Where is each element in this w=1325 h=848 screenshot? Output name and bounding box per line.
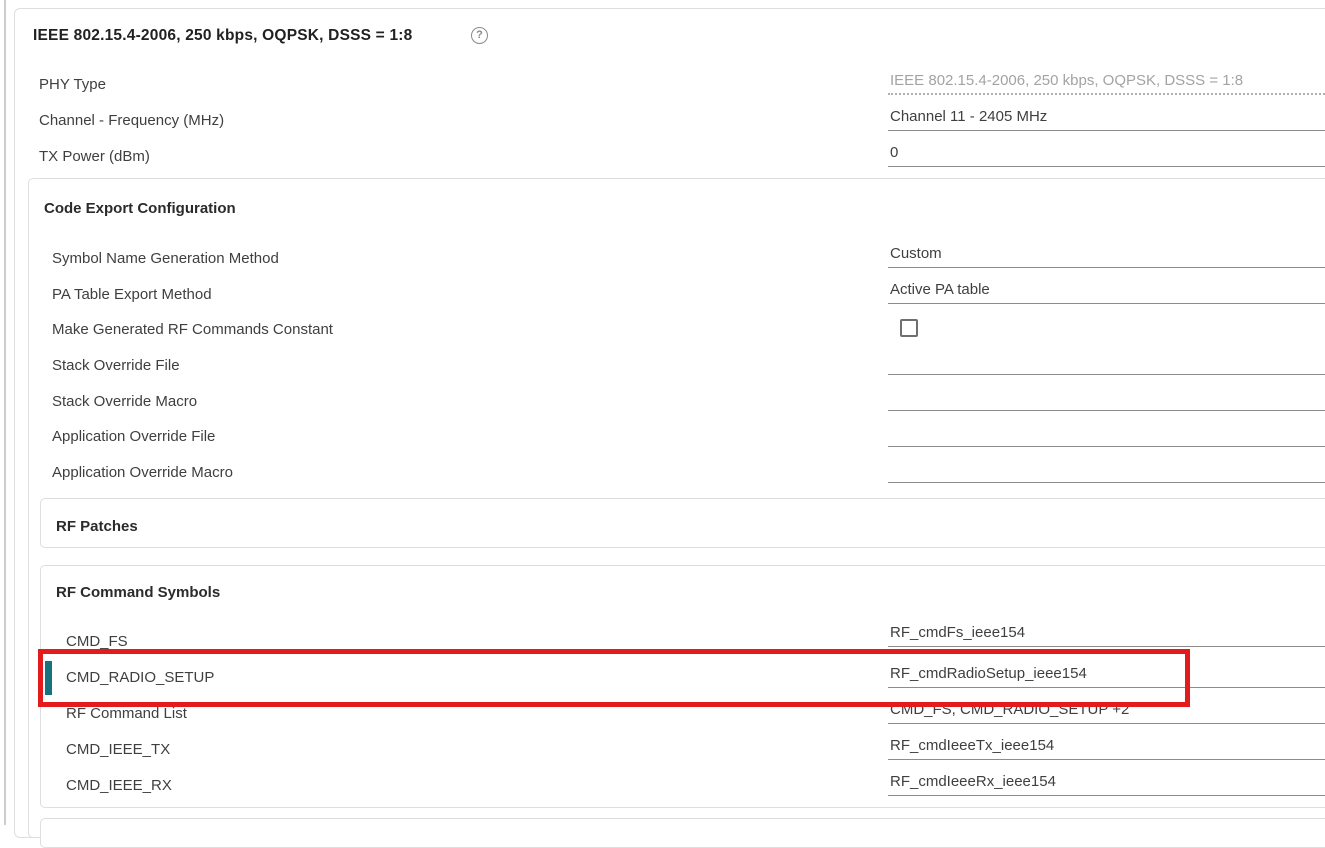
pa-table-export-label: PA Table Export Method — [52, 285, 212, 305]
rf-command-list-label: RF Command List — [66, 704, 187, 724]
channel-frequency-label: Channel - Frequency (MHz) — [39, 111, 224, 131]
help-icon[interactable]: ? — [471, 27, 488, 44]
next-section-card — [40, 818, 1325, 848]
panel-splitter[interactable] — [4, 0, 6, 825]
cmd-fs-label: CMD_FS — [66, 632, 128, 652]
cmd-radio-setup-input[interactable]: RF_cmdRadioSetup_ieee154 — [888, 662, 1325, 688]
cmd-radio-setup-label: CMD_RADIO_SETUP — [66, 668, 214, 688]
settings-panel: IEEE 802.15.4-2006, 250 kbps, OQPSK, DSS… — [0, 0, 1325, 825]
tx-power-select[interactable]: 0 — [888, 141, 1325, 167]
code-export-section-title: Code Export Configuration — [44, 199, 236, 219]
cmd-ieee-rx-input[interactable]: RF_cmdIeeeRx_ieee154 — [888, 770, 1325, 796]
symbol-name-method-select[interactable]: Custom — [888, 242, 1325, 268]
rf-commands-constant-label: Make Generated RF Commands Constant — [52, 320, 333, 340]
phy-type-label: PHY Type — [39, 75, 106, 95]
channel-frequency-select[interactable]: Channel 11 - 2405 MHz — [888, 105, 1325, 131]
phy-type-value: IEEE 802.15.4-2006, 250 kbps, OQPSK, DSS… — [888, 69, 1325, 95]
rf-patches-card — [40, 498, 1325, 548]
application-override-file-label: Application Override File — [52, 427, 215, 447]
application-override-macro-input[interactable] — [888, 457, 1325, 483]
tx-power-label: TX Power (dBm) — [39, 147, 150, 167]
pa-table-export-select[interactable]: Active PA table — [888, 278, 1325, 304]
stack-override-macro-label: Stack Override Macro — [52, 392, 197, 412]
rf-patches-section-title: RF Patches — [56, 517, 138, 537]
application-override-macro-label: Application Override Macro — [52, 463, 233, 483]
rf-command-list-select[interactable]: CMD_FS, CMD_RADIO_SETUP +2 — [888, 698, 1325, 724]
stack-override-macro-input[interactable] — [888, 385, 1325, 411]
rf-command-symbols-section-title: RF Command Symbols — [56, 583, 220, 603]
application-override-file-input[interactable] — [888, 421, 1325, 447]
modified-field-accent-bar — [45, 661, 52, 695]
cmd-ieee-tx-label: CMD_IEEE_TX — [66, 740, 170, 760]
panel-title: IEEE 802.15.4-2006, 250 kbps, OQPSK, DSS… — [33, 26, 412, 46]
cmd-ieee-rx-label: CMD_IEEE_RX — [66, 776, 172, 796]
symbol-name-method-label: Symbol Name Generation Method — [52, 249, 279, 269]
rf-commands-constant-checkbox[interactable] — [900, 319, 918, 337]
stack-override-file-label: Stack Override File — [52, 356, 180, 376]
stack-override-file-input[interactable] — [888, 349, 1325, 375]
cmd-fs-input[interactable]: RF_cmdFs_ieee154 — [888, 621, 1325, 647]
cmd-ieee-tx-input[interactable]: RF_cmdIeeeTx_ieee154 — [888, 734, 1325, 760]
